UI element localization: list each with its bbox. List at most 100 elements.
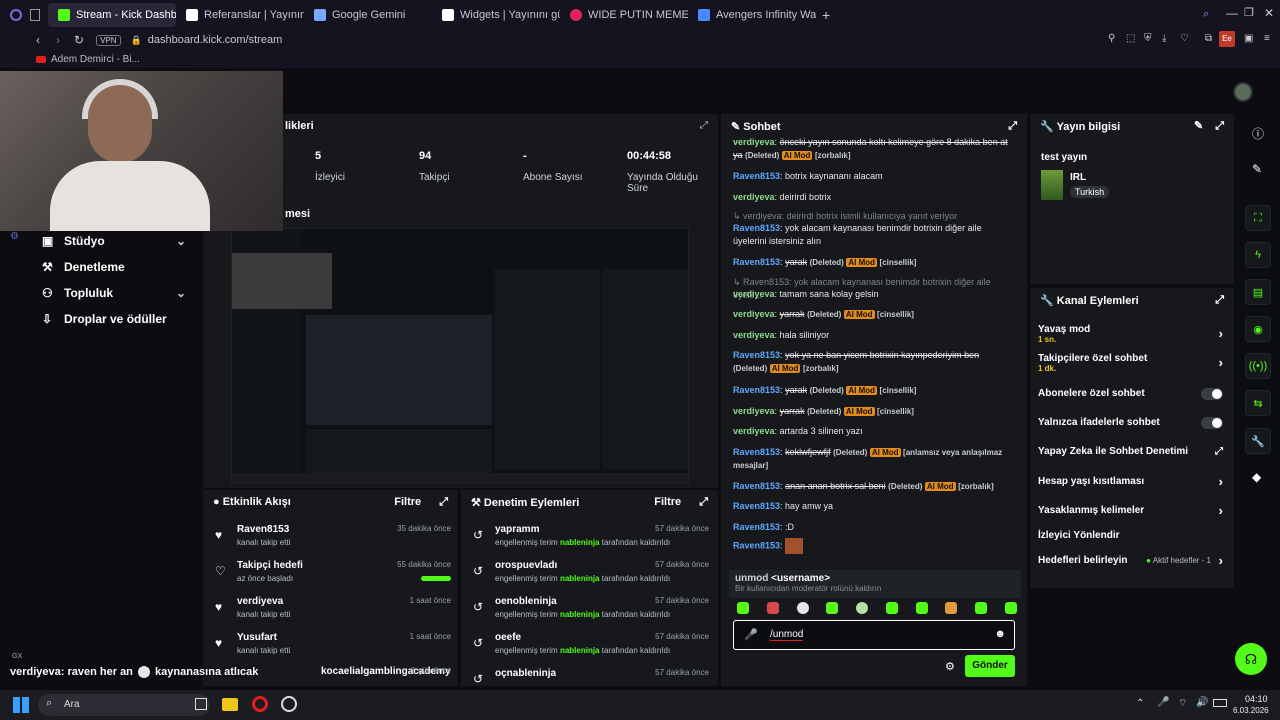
network-icon[interactable]: ⌔ <box>1178 697 1187 710</box>
tab-referanslar[interactable]: Referanslar | Yayınını güçle <box>176 3 304 27</box>
expand-icon[interactable]: ⤢ <box>700 120 708 131</box>
microphone-tray-icon[interactable]: 🎤 <box>1157 697 1169 708</box>
puzzle-icon[interactable]: ⧉ <box>1205 33 1212 44</box>
chat-message: Raven8153: :D <box>733 522 795 532</box>
emote-button[interactable] <box>826 602 839 614</box>
support-headset-button[interactable]: ☊ <box>1235 643 1267 675</box>
subscribers-only-toggle[interactable] <box>1201 388 1223 400</box>
opera-logo-icon[interactable] <box>10 9 22 21</box>
stream-preview-video[interactable] <box>231 228 689 484</box>
close-window-icon[interactable]: ✕ <box>1264 6 1274 20</box>
obs-taskbar-icon[interactable] <box>281 696 297 712</box>
emoji-picker-icon[interactable]: ☻ <box>994 628 1006 640</box>
emote-button[interactable] <box>796 602 809 614</box>
user-avatar[interactable] <box>1233 82 1253 102</box>
info-icon[interactable]: ⓘ <box>1252 125 1264 142</box>
bookmark-item[interactable]: Adem Demirci - Bi... <box>51 54 140 65</box>
chat-input[interactable]: /unmod <box>770 629 804 641</box>
lightning-icon[interactable]: ϟ <box>1245 242 1271 268</box>
raid-item[interactable]: İzleyici Yönlendir <box>1038 530 1223 541</box>
vpn-badge[interactable]: VPN <box>96 34 121 46</box>
emote-button[interactable] <box>856 602 869 614</box>
emote-button[interactable] <box>766 602 779 614</box>
moderation-row: ↺ orospuevladı engellenmiş terim nableni… <box>473 560 709 583</box>
expand-icon[interactable]: ⤢ <box>1008 120 1017 133</box>
emote-button[interactable] <box>915 602 928 614</box>
broadcast-icon[interactable]: ((•)) <box>1245 353 1271 379</box>
expand-icon[interactable]: ⤢ <box>1215 120 1224 132</box>
account-age-item[interactable]: Hesap yaşı kısıtlaması › <box>1038 474 1223 489</box>
moderation-filter-button[interactable]: Filtre <box>654 496 681 508</box>
opera-gx-taskbar-icon[interactable] <box>252 696 268 712</box>
chat-icon[interactable]: ◉ <box>1245 316 1271 342</box>
extensions-icon[interactable]: ⚲ <box>1108 33 1115 44</box>
tab-avengers[interactable]: Avengers Infinity War GIF <box>688 3 816 27</box>
tools-icon[interactable]: 🔧 <box>1245 428 1271 454</box>
clip-icon[interactable]: ⛶ <box>1245 205 1271 231</box>
shield-icon[interactable]: ⛨ <box>1144 33 1152 44</box>
kick-dot-icon[interactable]: ◆ <box>1252 470 1261 484</box>
expand-icon[interactable]: ⤢ <box>439 496 448 508</box>
minimize-window-icon[interactable]: — <box>1226 6 1238 20</box>
emote-button[interactable] <box>737 602 749 614</box>
emote-button[interactable] <box>975 602 988 614</box>
clock-time[interactable]: 04:10 <box>1245 694 1268 704</box>
tab-gemini[interactable]: Google Gemini <box>304 3 432 27</box>
tab-kick-dashboard[interactable]: Stream - Kick Dashboard <box>48 3 176 27</box>
activity-filter-button[interactable]: Filtre <box>394 496 421 508</box>
emote-button[interactable] <box>1004 602 1017 614</box>
pencil-icon[interactable]: ✎ <box>1252 162 1262 176</box>
youtube-icon <box>36 55 46 63</box>
edit-icon[interactable]: ✎ <box>1194 120 1203 132</box>
reload-icon[interactable]: ↻ <box>74 33 84 47</box>
doc-favicon-icon <box>698 9 710 21</box>
chat-settings-icon[interactable]: ⚙ <box>945 660 955 673</box>
download-icon[interactable]: ⤓ <box>1162 33 1166 44</box>
send-button[interactable]: Gönder <box>965 655 1015 677</box>
new-tab-icon[interactable]: + <box>822 7 830 23</box>
sidebar-item-moderation[interactable]: ⚒ Denetleme <box>0 254 200 280</box>
chevron-up-icon[interactable]: ⌃ <box>1136 698 1144 709</box>
emote-icon <box>137 666 150 679</box>
chat-input-box[interactable]: 🎤 /unmod ☻ <box>733 620 1015 650</box>
document-icon[interactable]: ▤ <box>1245 279 1271 305</box>
back-icon[interactable]: ‹ <box>36 33 40 47</box>
preview-title: mesi <box>285 208 311 220</box>
sidebar-item-studio[interactable]: ▣ Stüdyo ⌄ <box>0 228 200 254</box>
microphone-icon[interactable]: 🎤 <box>744 628 758 641</box>
menu-icon[interactable]: ≡ <box>1264 33 1270 44</box>
battery-icon[interactable] <box>1213 699 1227 707</box>
sidebar-item-drops[interactable]: ⇩ Droplar ve ödüller <box>0 306 200 332</box>
profile-avatar[interactable]: Ee <box>1219 31 1235 47</box>
expand-icon[interactable]: ⤢ <box>699 496 708 508</box>
sidebar-toggle-icon[interactable] <box>30 9 40 21</box>
ai-moderation-item[interactable]: Yapay Zeka ile Sohbet Denetimi ⤢ <box>1038 446 1223 457</box>
tab-instagram[interactable]: WIDE PUTIN MEME - Insta <box>560 3 688 27</box>
snapshot-icon[interactable]: ⬚ <box>1126 33 1135 44</box>
tab-widgets[interactable]: Widgets | Yayınını güçlend <box>432 3 560 27</box>
followers-only-item[interactable]: Takipçilere özel sohbet 1 dk. › <box>1038 353 1223 373</box>
clock-date[interactable]: 6.03.2026 <box>1233 706 1269 715</box>
maximize-window-icon[interactable]: ❐ <box>1244 6 1254 19</box>
sidebar-item-community[interactable]: ⚇ Topluluk ⌄ <box>0 280 200 306</box>
taskbar-search[interactable]: ⌕ Ara <box>38 694 210 716</box>
emote-button[interactable] <box>945 602 958 614</box>
banned-words-item[interactable]: Yasaklanmış kelimeler › <box>1038 503 1223 518</box>
goals-item[interactable]: Hedefleri belirleyin ● Aktif hedefler - … <box>1038 553 1223 568</box>
emote-button[interactable] <box>885 602 898 614</box>
host-icon[interactable]: ⇆ <box>1245 390 1271 416</box>
slow-mode-item[interactable]: Yavaş mod 1 sn. › <box>1038 324 1223 344</box>
command-suggestion[interactable]: unmod <username> Bir kullanıcıdan modera… <box>729 570 1021 598</box>
heart-icon[interactable]: ♡ <box>1180 33 1189 44</box>
heart-icon: ♥ <box>215 600 223 614</box>
volume-icon[interactable]: 🔊 <box>1196 697 1208 708</box>
url-field[interactable]: dashboard.kick.com/stream <box>148 34 283 46</box>
forward-icon[interactable]: › <box>56 33 60 47</box>
expand-icon[interactable]: ⤢ <box>1215 294 1224 307</box>
file-explorer-icon[interactable] <box>222 698 238 711</box>
windows-start-icon[interactable] <box>13 697 29 713</box>
wallet-icon[interactable]: ▣ <box>1244 33 1253 44</box>
emotes-only-toggle[interactable] <box>1201 417 1223 429</box>
search-tabs-icon[interactable]: ⌕ <box>1203 8 1209 21</box>
task-view-icon[interactable] <box>195 698 207 710</box>
